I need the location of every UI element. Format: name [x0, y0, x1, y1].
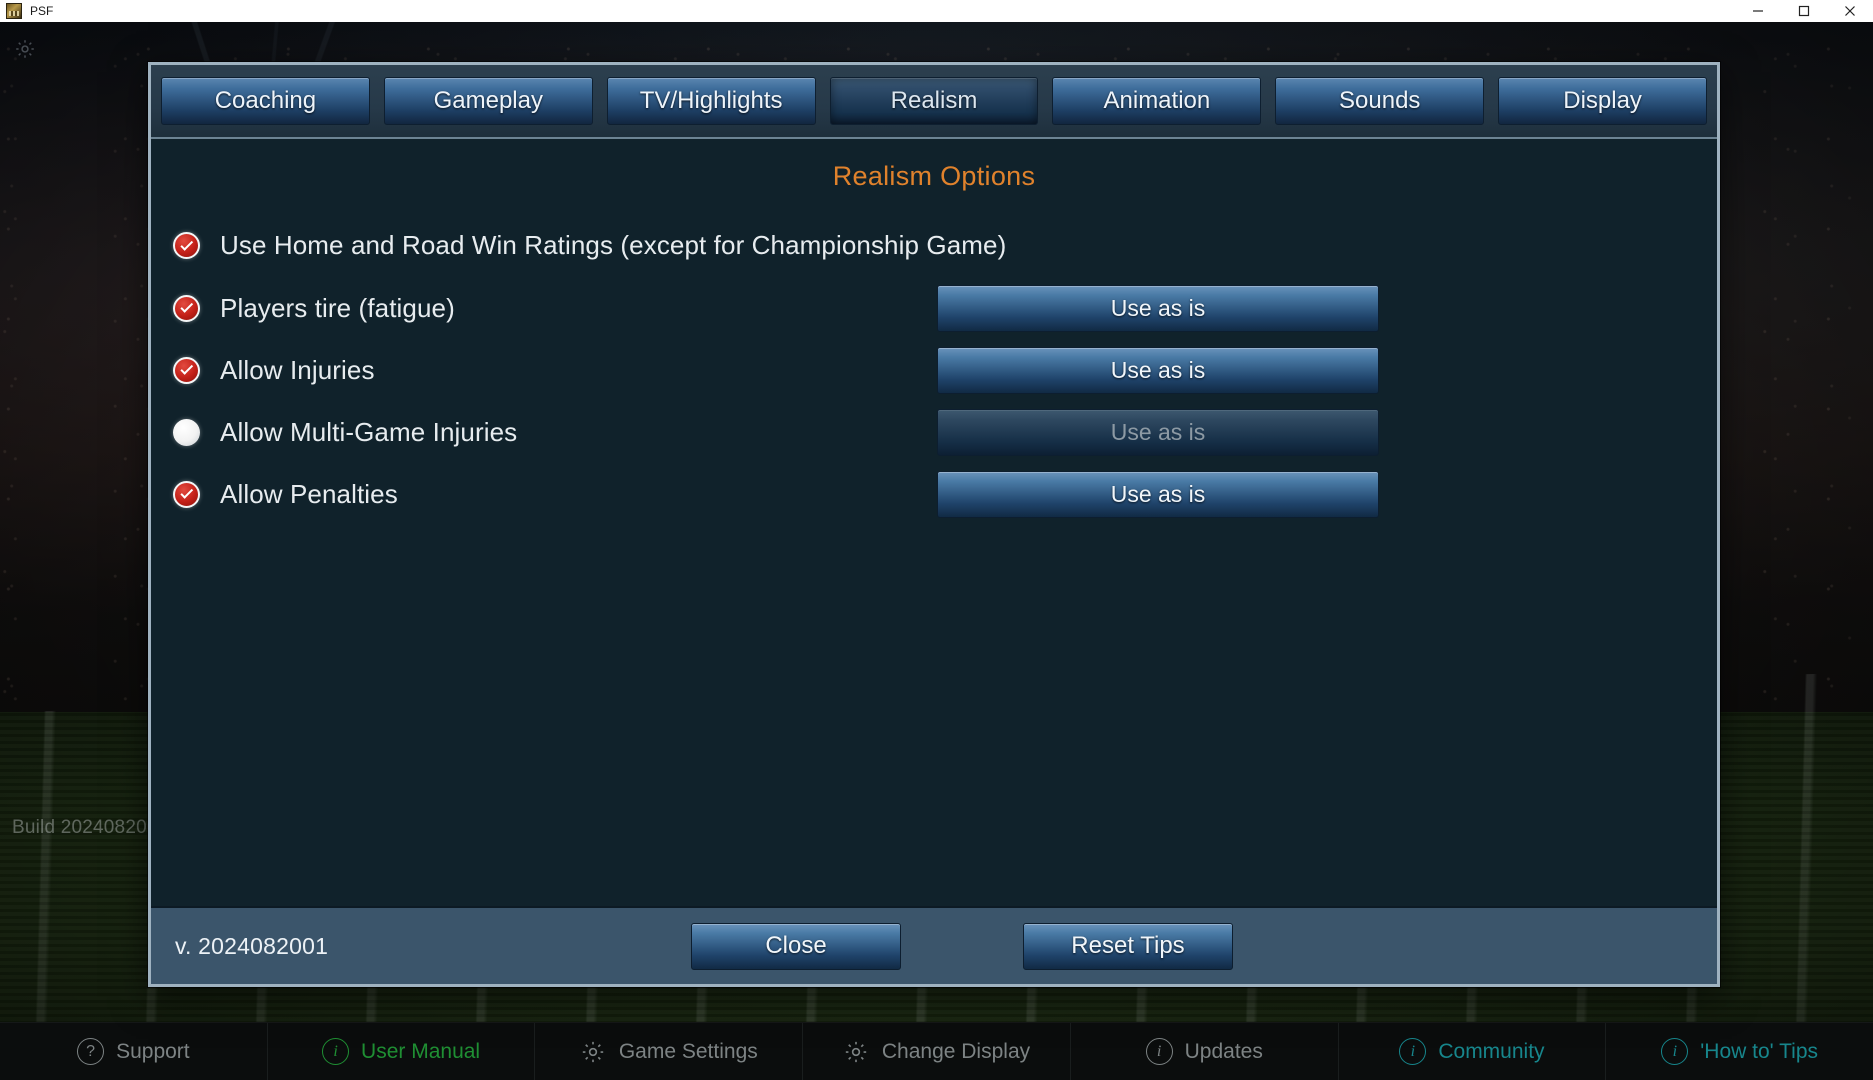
option-label: Use Home and Road Win Ratings (except fo… — [220, 230, 1007, 260]
window-title: PSF — [30, 4, 54, 18]
checkbox-allow-penalties[interactable] — [173, 480, 200, 508]
tab-label: Gameplay — [433, 87, 543, 114]
version-label: v. 2024082001 — [175, 932, 329, 959]
gear-icon — [580, 1038, 607, 1065]
nav-label: User Manual — [361, 1039, 481, 1063]
question-circle-icon: ? — [77, 1038, 105, 1065]
tab-label: Sounds — [1339, 87, 1421, 114]
gear-icon[interactable] — [14, 38, 36, 65]
window-titlebar: PSF — [0, 0, 1873, 22]
tab-animation[interactable]: Animation — [1052, 77, 1262, 125]
app-icon — [6, 3, 22, 19]
option-row: Players tire (fatigue) Use as is — [169, 277, 1699, 339]
info-circle-icon: i — [1145, 1038, 1173, 1065]
checkbox-allow-multi-game-injuries[interactable] — [173, 418, 200, 446]
nav-label: Support — [116, 1039, 190, 1063]
checkbox-disc — [173, 418, 200, 446]
nav-item-how-to-tips[interactable]: i 'How to' Tips — [1606, 1023, 1873, 1080]
option-row: Allow Multi-Game Injuries Use as is — [169, 401, 1699, 463]
close-button[interactable]: Close — [691, 922, 901, 970]
nav-label: Updates — [1184, 1039, 1263, 1063]
info-circle-icon: i — [1661, 1038, 1689, 1065]
nav-item-user-manual[interactable]: i User Manual — [268, 1023, 536, 1080]
option-label: Allow Injuries — [220, 354, 375, 385]
tab-sounds[interactable]: Sounds — [1275, 77, 1485, 125]
option-label: Allow Penalties — [220, 478, 398, 509]
close-button[interactable] — [1827, 0, 1873, 22]
tab-label: Realism — [890, 87, 978, 114]
tab-realism[interactable]: Realism — [829, 77, 1039, 125]
page-title: Realism Options — [832, 161, 1036, 191]
dialog-footer: v. 2024082001 Close Reset Tips — [151, 906, 1717, 984]
settings-dialog: Coaching Gameplay TV/Highlights Realism … — [148, 62, 1720, 987]
nav-label: 'How to' Tips — [1700, 1039, 1819, 1063]
reset-tips-button[interactable]: Reset Tips — [1023, 922, 1233, 970]
nav-label: Game Settings — [618, 1039, 758, 1063]
build-label: Build 2024082001 — [12, 817, 169, 838]
info-circle-icon: i — [1399, 1038, 1427, 1065]
nav-item-support[interactable]: ? Support — [0, 1023, 268, 1080]
realism-options-list: Use Home and Road Win Ratings (except fo… — [169, 214, 1699, 525]
use-as-is-button-allow-penalties[interactable]: Use as is — [937, 470, 1379, 518]
close-icon — [1845, 6, 1855, 16]
nav-item-game-settings[interactable]: Game Settings — [535, 1023, 804, 1080]
checkbox-allow-injuries[interactable] — [173, 356, 200, 384]
settings-panel-body: Realism Options Use Home and Road Win Ra… — [151, 139, 1717, 906]
option-row: Allow Injuries Use as is — [169, 339, 1699, 401]
minimize-button[interactable] — [1735, 0, 1781, 22]
option-label: Allow Multi-Game Injuries — [220, 416, 518, 447]
tab-tv-highlights[interactable]: TV/Highlights — [606, 77, 816, 125]
tab-gameplay[interactable]: Gameplay — [383, 77, 593, 125]
window-controls — [1735, 0, 1873, 22]
minimize-icon — [1753, 10, 1763, 12]
settings-tab-strip: Coaching Gameplay TV/Highlights Realism … — [151, 65, 1717, 139]
nav-label: Community — [1438, 1039, 1545, 1063]
info-circle-icon: i — [322, 1038, 350, 1065]
checkbox-players-tire[interactable] — [173, 294, 200, 322]
nav-item-change-display[interactable]: Change Display — [803, 1023, 1071, 1080]
use-as-is-button-players-tire[interactable]: Use as is — [937, 284, 1379, 332]
tab-label: Display — [1563, 87, 1642, 114]
gear-icon — [843, 1038, 870, 1065]
tab-display[interactable]: Display — [1498, 77, 1708, 125]
maximize-button[interactable] — [1781, 0, 1827, 22]
nav-label: Change Display — [881, 1039, 1031, 1063]
use-as-is-button-allow-injuries[interactable]: Use as is — [937, 346, 1379, 394]
nav-item-updates[interactable]: i Updates — [1071, 1023, 1339, 1080]
use-as-is-button-allow-multi-game-injuries: Use as is — [937, 408, 1379, 456]
option-label: Players tire (fatigue) — [220, 292, 455, 323]
maximize-icon — [1798, 5, 1810, 17]
tab-label: TV/Highlights — [639, 87, 783, 114]
tab-coaching[interactable]: Coaching — [161, 77, 370, 125]
option-row: Allow Penalties Use as is — [169, 463, 1699, 525]
tab-label: Animation — [1103, 87, 1211, 114]
checkbox-use-home-road-win-ratings[interactable] — [173, 232, 200, 259]
app-bottom-nav: ? Support i User Manual Game Settings Ch… — [0, 1022, 1873, 1080]
tab-label: Coaching — [214, 87, 317, 114]
option-row: Use Home and Road Win Ratings (except fo… — [169, 214, 1699, 277]
nav-item-community[interactable]: i Community — [1339, 1023, 1607, 1080]
